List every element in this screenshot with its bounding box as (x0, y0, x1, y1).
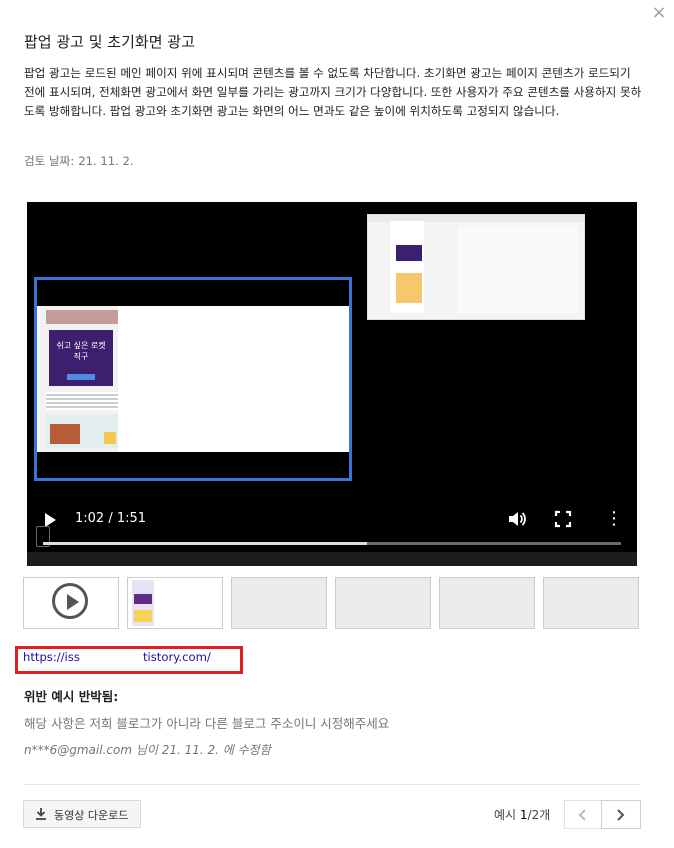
video-player[interactable]: 쉬고 싶은 로켓직구 1:02 / 1:51 ⋮ (27, 202, 637, 566)
review-date-value: 21. 11. 2. (78, 154, 134, 168)
close-icon[interactable]: × (648, 2, 670, 24)
thumbnail-placeholder[interactable] (335, 577, 431, 629)
popup-ad: 쉬고 싶은 로켓직구 (49, 330, 113, 386)
thumbnail-video[interactable] (23, 577, 119, 629)
pager-current: 1 (519, 808, 528, 822)
thumbnail-placeholder[interactable] (439, 577, 535, 629)
thumbnail-screenshot[interactable] (127, 577, 223, 629)
download-video-button[interactable]: 동영상 다운로드 (23, 800, 141, 828)
divider (24, 784, 640, 785)
pager-prefix: 예시 (494, 808, 520, 822)
review-date: 검토 날짜: 21. 11. 2. (24, 153, 134, 169)
play-circle-icon (52, 583, 88, 619)
chevron-right-icon (617, 809, 625, 821)
previous-button[interactable] (564, 800, 602, 829)
progress-bar[interactable] (43, 542, 621, 545)
volume-icon[interactable] (507, 509, 527, 529)
example-url-link[interactable]: https://iss (23, 650, 80, 664)
example-url-link-domain[interactable]: tistory.com/ (143, 650, 211, 664)
appeal-text: 해당 사항은 저희 블로그가 아니라 다른 블로그 주소이니 시정해주세요 (24, 716, 390, 731)
appeal-meta: n***6@gmail.com 님이 21. 11. 2. 에 수정함 (24, 743, 271, 757)
time-display: 1:02 / 1:51 (75, 511, 147, 526)
review-label: 검토 날짜: (24, 154, 75, 168)
pager-suffix: /2개 (527, 808, 551, 822)
popup-ad-text: 쉬고 싶은 로켓직구 (56, 341, 106, 361)
highlighted-popup-frame: 쉬고 싶은 로켓직구 (34, 277, 352, 481)
progress-fill (43, 542, 367, 545)
chevron-left-icon (578, 809, 586, 821)
video-frame-thumbnail (367, 214, 585, 320)
thumbnail-placeholder[interactable] (543, 577, 639, 629)
policy-description: 팝업 광고는 로드된 메인 페이지 위에 표시되며 콘텐츠를 볼 수 없도록 차… (24, 66, 642, 118)
thumbnail-strip (23, 577, 639, 629)
download-label: 동영상 다운로드 (54, 809, 129, 822)
play-icon[interactable] (45, 513, 56, 527)
appeal-title: 위반 예시 반박됨: (24, 689, 119, 704)
dialog-title: 팝업 광고 및 초기화면 광고 (24, 33, 195, 51)
more-options-icon[interactable]: ⋮ (605, 509, 623, 529)
download-icon (36, 808, 46, 820)
next-button[interactable] (601, 800, 641, 829)
fullscreen-icon[interactable] (554, 510, 572, 528)
thumbnail-placeholder[interactable] (231, 577, 327, 629)
pager-status: 예시 1/2개 (494, 806, 550, 823)
